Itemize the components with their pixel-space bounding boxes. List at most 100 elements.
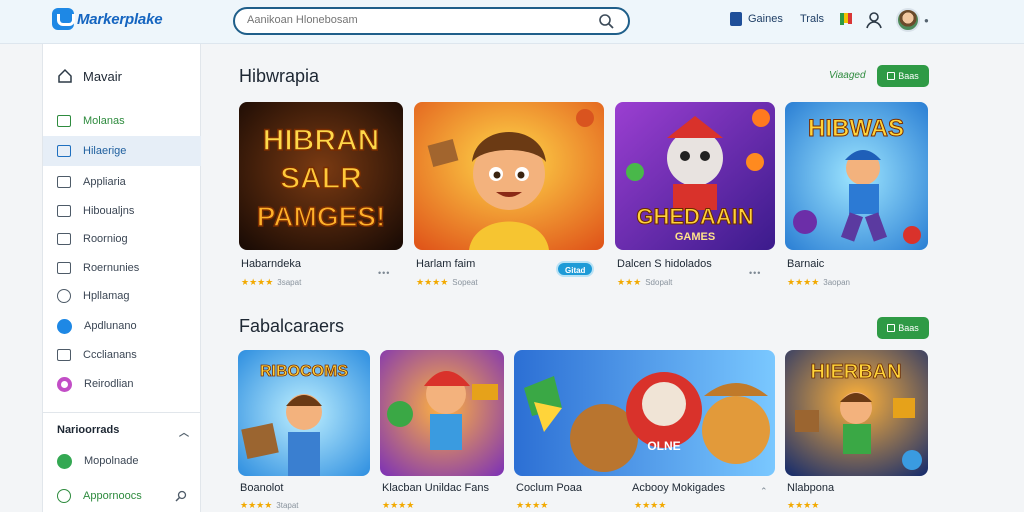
sidebar-section-item-1[interactable]: Appornoocs <box>43 481 201 511</box>
top-bar: Markerplake Gaines Trals ● <box>0 0 1024 44</box>
game-title[interactable]: Harlam faim <box>416 258 475 270</box>
section-title: Fabalcaraers <box>239 316 345 336</box>
nav-trials[interactable]: Trals <box>800 13 824 25</box>
more-options-icon[interactable]: ••• <box>378 268 390 278</box>
main-content: Hibwrapia Viaaged Baas HIBRAN SALR PAMGE… <box>201 44 1024 512</box>
grid-icon <box>57 176 71 188</box>
sidebar-item-label: Appliaria <box>83 176 126 188</box>
rating-stars: ★★★★ <box>634 500 667 510</box>
rating-stars: ★★★★ Sopeat <box>416 277 478 287</box>
search-icon[interactable] <box>175 490 187 502</box>
mail-icon <box>57 205 71 217</box>
sidebar-item-7[interactable]: Apdlunano <box>43 311 201 341</box>
more-options-icon[interactable]: ⌃ <box>760 486 769 497</box>
game-thumbnail[interactable]: GHEDAAIN GAMES <box>615 102 775 250</box>
game-meta: 3tapat <box>276 501 299 510</box>
section-action-label: Baas <box>898 323 919 333</box>
art-text: PAMGES! <box>257 201 386 232</box>
rating-stars: ★★★★ <box>382 500 415 510</box>
card-icon <box>57 145 71 157</box>
box-icon <box>57 262 71 274</box>
game-title[interactable]: Coclum Poaa <box>516 482 582 494</box>
sidebar-item-8[interactable]: Ccclianans <box>43 340 201 370</box>
sidebar-item-3[interactable]: Hiboualjns <box>43 196 201 226</box>
rating-stars: ★★★★ 3sapat <box>241 277 302 287</box>
sidebar-item-2[interactable]: Appliaria <box>43 167 201 197</box>
chevron-down-icon[interactable]: ● <box>924 16 929 25</box>
chevron-up-icon[interactable]: ︿ <box>179 424 189 439</box>
avatar[interactable] <box>896 8 920 32</box>
sidebar-home-label: Mavair <box>83 68 123 84</box>
more-options-icon[interactable]: ••• <box>749 268 761 278</box>
game-meta: Sdopalt <box>645 278 673 287</box>
sidebar-item-label: Hilaerige <box>83 145 127 157</box>
status-badge: Gitad <box>556 261 595 277</box>
sidebar-section-header[interactable]: Narioorrads ︿ <box>57 424 189 439</box>
game-thumbnail[interactable]: HIBWAS <box>785 102 928 250</box>
sidebar-item-4[interactable]: Roorniog <box>43 224 201 254</box>
logo[interactable]: Markerplake <box>52 8 163 30</box>
game-thumbnail[interactable]: RIBOCOMS <box>238 350 370 476</box>
sidebar-item-label: Reirodlian <box>84 378 134 390</box>
sidebar-item-0[interactable]: Molanas <box>43 106 201 136</box>
game-thumbnail[interactable]: HIBRAN SALR PAMGES! <box>239 102 403 250</box>
section-action-button[interactable]: Baas <box>877 317 929 339</box>
game-title[interactable]: Barnaic <box>787 258 824 270</box>
art-text: GAMES <box>675 231 715 243</box>
game-title[interactable]: Boanolot <box>240 482 283 494</box>
game-title-secondary[interactable]: Acbooy Mokigades <box>632 482 725 494</box>
circle-icon <box>57 376 72 392</box>
game-title[interactable]: Habarndeka <box>241 258 301 270</box>
rating-stars: ★★★★ <box>787 500 820 510</box>
sidebar-section-item-0[interactable]: Mopolnade <box>43 446 201 476</box>
game-meta: 3sapat <box>277 278 302 287</box>
sidebar-item-6[interactable]: Hpllamag <box>43 281 201 311</box>
game-meta: Sopeat <box>452 278 478 287</box>
arrow-icon <box>57 318 72 334</box>
edit-icon <box>57 233 71 245</box>
game-thumbnail[interactable]: OLNE <box>514 350 775 476</box>
game-title[interactable]: Dalcen S hidolados <box>617 258 712 270</box>
game-thumbnail[interactable] <box>380 350 504 476</box>
art-text: RIBOCOMS <box>260 363 348 380</box>
art-text: HIBRAN <box>263 124 380 157</box>
game-title[interactable]: Nlabpona <box>787 482 834 494</box>
sidebar-item-1[interactable]: Hilaerige <box>43 136 201 166</box>
section-action-button[interactable]: Baas <box>877 65 929 87</box>
game-thumbnail[interactable]: HIERBAN <box>785 350 928 476</box>
globe-icon <box>57 453 72 469</box>
search-icon[interactable] <box>598 13 614 29</box>
rating-stars: ★★★★ 3tapat <box>240 500 299 510</box>
game-thumbnail[interactable] <box>414 102 604 250</box>
logo-text: Markerplake <box>77 10 163 28</box>
search-input[interactable] <box>247 14 587 26</box>
search-bar[interactable] <box>233 7 630 35</box>
sidebar-item-label: Hpllamag <box>83 290 130 302</box>
art-text: HIERBAN <box>810 361 901 383</box>
sidebar-item-5[interactable]: Roernunies <box>43 253 201 283</box>
game-title[interactable]: Klacban Unildac Fans <box>382 482 489 494</box>
bag-icon <box>887 72 896 80</box>
sidebar-home[interactable]: Mavair <box>57 68 122 84</box>
square-icon <box>57 349 71 361</box>
logo-icon <box>52 8 75 30</box>
user-icon[interactable] <box>866 11 882 29</box>
rating-stars: ★★★★ <box>516 500 549 510</box>
nav-games[interactable]: Gaines <box>730 12 783 26</box>
art-text: SALR <box>280 162 362 195</box>
art-text: OLNE <box>647 439 680 453</box>
flag-icon[interactable] <box>840 12 852 26</box>
section-title: Hibwrapia <box>239 66 320 86</box>
sidebar-item-label: Appornoocs <box>83 490 142 502</box>
rating-stars: ★★★★ 3aopan <box>787 277 850 287</box>
sidebar-item-label: Apdlunano <box>84 320 137 332</box>
sidebar-item-label: Mopolnade <box>84 455 139 467</box>
home-icon <box>58 68 72 83</box>
sidebar-item-9[interactable]: Reirodlian <box>43 369 201 399</box>
sidebar: Mavair Molanas Hilaerige Appliaria Hibou… <box>42 44 201 512</box>
sidebar-item-label: Ccclianans <box>83 349 137 361</box>
art-text: HIBWAS <box>808 115 904 142</box>
sidebar-item-label: Roorniog <box>83 233 128 245</box>
chat-icon <box>57 489 71 503</box>
view-all-link[interactable]: Viaaged <box>829 70 866 81</box>
